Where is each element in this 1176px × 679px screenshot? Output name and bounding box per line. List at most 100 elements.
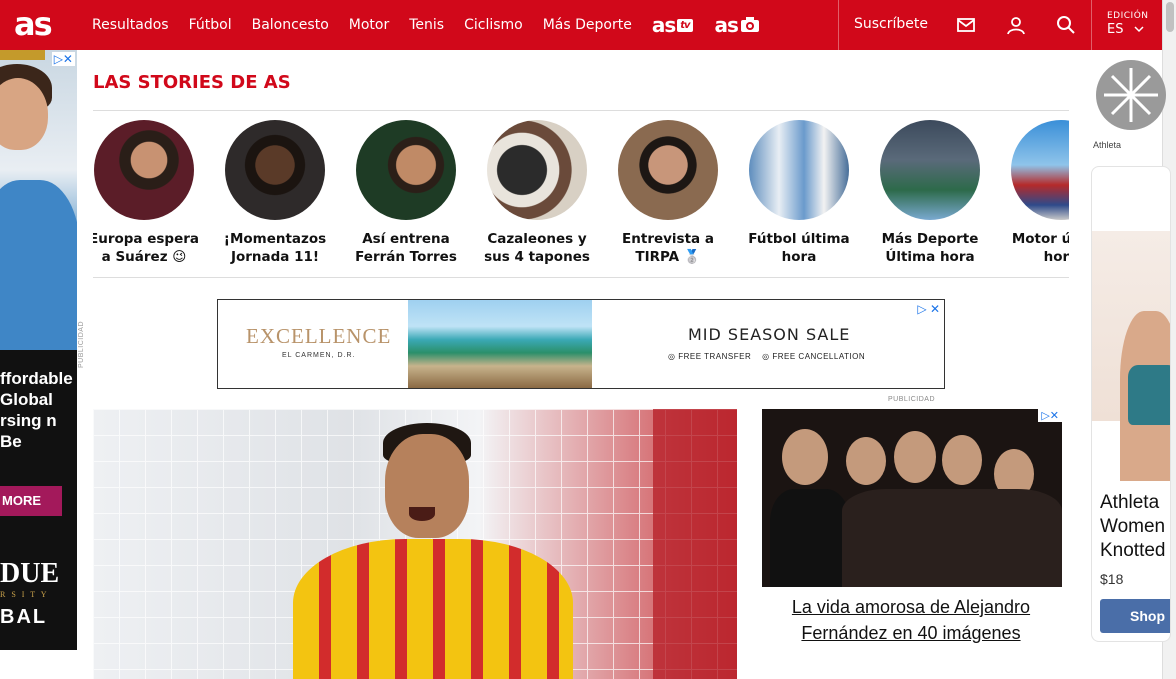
mail-icon[interactable] (956, 15, 976, 35)
person-silhouette (842, 489, 1062, 587)
story-card[interactable]: Así entrena Ferrán Torres (348, 120, 464, 266)
stories-heading: LAS STORIES DE AS (93, 72, 291, 93)
edition-selector[interactable]: EDICIÓN ES (1107, 11, 1149, 37)
search-icon[interactable] (1056, 15, 1076, 35)
header-divider-2 (1091, 0, 1092, 50)
camera-icon (740, 17, 759, 32)
site-logo[interactable]: as (14, 6, 53, 42)
product-title: Athleta Women Knotted (1100, 492, 1166, 561)
ad-gold-bar (0, 50, 45, 60)
subscribe-link[interactable]: Suscríbete (854, 16, 928, 32)
model-sports-top (1128, 365, 1170, 425)
person-silhouette (846, 437, 886, 485)
story-thumbnail (618, 120, 718, 220)
left-skyscraper-ad[interactable]: ▷✕ ffordable Global rsing n Be MORE DUE … (0, 50, 77, 650)
ad-brand-line1: DUE (0, 558, 60, 589)
as-photo-wordmark: as (714, 13, 739, 37)
ad-perks: ◎ FREE TRANSFER ◎ FREE CANCELLATION (668, 352, 865, 361)
story-card[interactable]: Cazaleones y sus 4 tapones (479, 120, 595, 266)
ad-choices-icon[interactable]: ▷✕ (51, 52, 75, 66)
top-navbar: as Resultados Fútbol Baloncesto Motor Te… (0, 0, 1162, 50)
athleta-label: Athleta (1093, 140, 1122, 150)
pinwheel-icon (1104, 68, 1158, 122)
story-caption: Cazaleones y sus 4 tapones (484, 231, 590, 265)
shop-button[interactable]: Shop (1100, 599, 1170, 633)
nurse-scrubs (0, 180, 77, 350)
person-silhouette (894, 431, 936, 483)
as-tv-link[interactable]: as tv (652, 13, 693, 37)
athleta-logo[interactable] (1096, 60, 1166, 130)
native-ad-image[interactable]: ▷✕ (762, 409, 1062, 587)
person-silhouette (770, 489, 850, 587)
story-card[interactable]: Más Deporte Última hora (872, 120, 988, 266)
nav-item-mas-deporte[interactable]: Más Deporte (543, 17, 632, 33)
ad-choices-icon[interactable]: ▷ ✕ (917, 302, 940, 316)
as-photo-link[interactable]: as (715, 13, 760, 37)
nav-item-futbol[interactable]: Fútbol (189, 17, 232, 33)
tv-tag: tv (677, 18, 693, 32)
stories-carousel: Europa espera a Suárez 😉 ¡Momentazos Jor… (93, 120, 1069, 270)
background-red (653, 409, 737, 679)
ad-side-label: PUBLICIDAD (78, 320, 85, 368)
player-shirt (293, 539, 573, 679)
ad-label: PUBLICIDAD (888, 396, 936, 403)
ad-brand-line3: BAL (0, 606, 48, 628)
header-divider (838, 0, 839, 50)
story-caption: Fútbol última hora (748, 231, 850, 265)
player-face (385, 434, 469, 538)
product-price: $18 (1100, 571, 1124, 587)
nav-item-motor[interactable]: Motor (349, 17, 389, 33)
product-ad-card[interactable]: Athleta Women Knotted $18 Shop (1091, 166, 1171, 642)
native-ad-caption[interactable]: La vida amorosa de Alejandro Fernández e… (762, 594, 1060, 646)
ad-beach-image (408, 300, 592, 388)
story-card[interactable]: Europa espera a Suárez 😉 (93, 120, 202, 266)
nav-item-resultados[interactable]: Resultados (92, 17, 169, 33)
ad-perk-cancellation: FREE CANCELLATION (772, 352, 866, 361)
ad-more-button[interactable]: MORE (0, 486, 62, 516)
as-tv-wordmark: as (651, 13, 676, 37)
lead-article-image[interactable] (93, 409, 737, 679)
main-nav: Resultados Fútbol Baloncesto Motor Tenis… (92, 0, 782, 50)
story-thumbnail (225, 120, 325, 220)
scrollbar-thumb[interactable] (1166, 2, 1174, 32)
story-thumbnail (749, 120, 849, 220)
story-caption: ¡Momentazos Jornada 11! (223, 231, 327, 265)
ad-choices-icon[interactable]: ▷✕ (1038, 409, 1062, 422)
player-mouth (409, 507, 435, 521)
stories-top-rule (93, 110, 1069, 111)
edition-code: ES (1107, 22, 1124, 37)
nav-item-baloncesto[interactable]: Baloncesto (252, 17, 329, 33)
chevron-down-icon (1134, 26, 1144, 33)
nav-item-ciclismo[interactable]: Ciclismo (464, 17, 523, 33)
ad-perk-transfer: FREE TRANSFER (678, 352, 752, 361)
stories-bottom-rule (93, 277, 1069, 278)
ad-copy: ffordable Global rsing n Be (0, 369, 73, 451)
story-thumbnail (356, 120, 456, 220)
ad-brand-location: EL CARMEN, D.R. (282, 352, 356, 359)
story-thumbnail (1011, 120, 1069, 220)
edition-label: EDICIÓN (1107, 11, 1149, 21)
story-card[interactable]: Motor última hora (1003, 120, 1069, 266)
story-caption: Entrevista a TIRPA 🥈 (622, 231, 714, 265)
user-icon[interactable] (1006, 15, 1026, 35)
person-silhouette (782, 429, 828, 485)
ad-headline: MID SEASON SALE (688, 325, 851, 344)
story-caption: Más Deporte Última hora (881, 231, 979, 265)
transfer-icon: ◎ (668, 352, 676, 361)
story-card[interactable]: Entrevista a TIRPA 🥈 (610, 120, 726, 266)
story-card[interactable]: ¡Momentazos Jornada 11! (217, 120, 333, 266)
leaderboard-ad[interactable]: EXCELLENCE EL CARMEN, D.R. MID SEASON SA… (217, 299, 945, 389)
story-thumbnail (880, 120, 980, 220)
ad-brand-excellence: EXCELLENCE (246, 324, 392, 348)
edition-value: ES (1107, 22, 1149, 37)
story-thumbnail (487, 120, 587, 220)
story-caption: Así entrena Ferrán Torres (355, 231, 457, 265)
story-thumbnail (94, 120, 194, 220)
ad-brand-line2: R S I T Y (0, 590, 49, 599)
product-image (1092, 231, 1170, 481)
cancellation-icon: ◎ (762, 352, 770, 361)
nav-item-tenis[interactable]: Tenis (409, 17, 444, 33)
story-card[interactable]: Fútbol última hora (741, 120, 857, 266)
story-caption: Europa espera a Suárez 😉 (93, 231, 200, 265)
story-caption: Motor última hora (1011, 231, 1069, 265)
